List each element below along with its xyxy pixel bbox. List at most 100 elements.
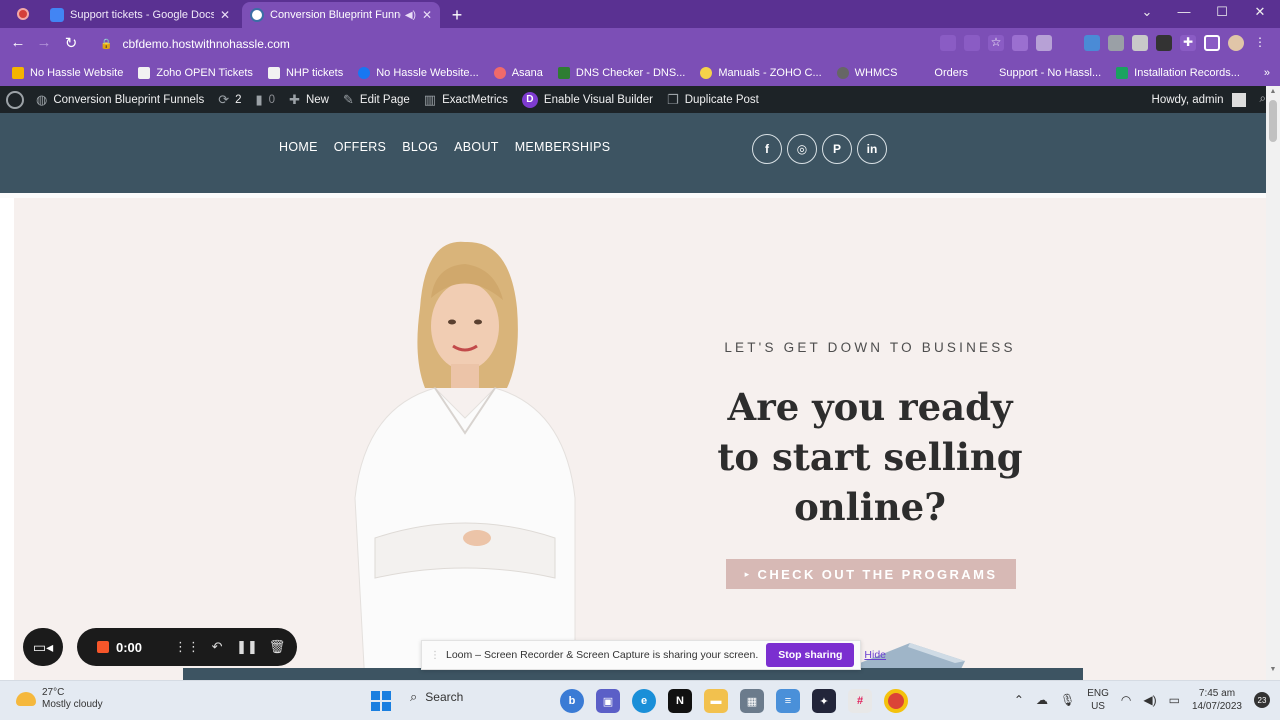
page-scrollbar[interactable]: ▲ ▼ xyxy=(1266,86,1280,680)
bookmark-item[interactable]: Support - No Hassl... xyxy=(999,67,1101,79)
windows-start-icon[interactable] xyxy=(371,691,391,711)
tab-support-tickets[interactable]: Support tickets - Google Docs ✕ xyxy=(42,2,238,28)
notepad-icon[interactable]: ≡ xyxy=(776,689,800,713)
onedrive-icon[interactable]: ☁ xyxy=(1036,693,1048,707)
admin-duplicate-post[interactable]: ❐ Duplicate Post xyxy=(667,92,759,108)
back-icon[interactable]: ← xyxy=(8,34,28,51)
extension-icon[interactable] xyxy=(1036,35,1052,51)
menu-item-offers[interactable]: OFFERS xyxy=(334,140,387,154)
bookmark-item[interactable]: Zoho OPEN Tickets xyxy=(138,67,253,79)
tab-conversion-blueprint[interactable]: Conversion Blueprint Funnels ◀) ✕ xyxy=(242,2,440,28)
admin-new[interactable]: ✚ New xyxy=(289,92,329,108)
share-icon[interactable] xyxy=(964,35,980,51)
side-panel-icon[interactable] xyxy=(1204,35,1220,51)
bookmark-star-icon[interactable]: ☆ xyxy=(988,35,1004,51)
extension-icon[interactable] xyxy=(1108,35,1124,51)
bookmark-item[interactable]: DNS Checker - DNS... xyxy=(557,67,685,79)
bookmark-item[interactable]: Asana xyxy=(493,67,543,79)
bookmark-item[interactable]: WHMCS xyxy=(836,67,897,79)
scroll-up-icon[interactable]: ▲ xyxy=(1268,88,1278,95)
loom-stop-button[interactable] xyxy=(97,641,109,653)
tab-title: Conversion Blueprint Funnels xyxy=(270,9,401,21)
chrome-icon[interactable] xyxy=(884,689,908,713)
cta-button[interactable]: ▸ CHECK OUT THE PROGRAMS xyxy=(726,559,1016,589)
undo-icon[interactable]: ↶ xyxy=(202,639,232,655)
close-tab-icon[interactable]: ✕ xyxy=(220,8,230,22)
stop-sharing-button[interactable]: Stop sharing xyxy=(766,643,855,667)
tab-search-icon[interactable]: ⌄ xyxy=(1137,4,1157,20)
trash-icon[interactable]: 🗑 xyxy=(262,639,292,655)
bookmark-item[interactable]: Installation Records... xyxy=(1116,67,1240,79)
profile-avatar[interactable] xyxy=(1228,35,1244,51)
instagram-icon[interactable]: ◎ xyxy=(787,134,817,164)
extension-icon[interactable] xyxy=(1132,35,1148,51)
menu-item-memberships[interactable]: MEMBERSHIPS xyxy=(515,140,611,154)
admin-updates[interactable]: ⟳ 2 xyxy=(218,92,241,108)
weather-widget[interactable]: 27°C Mostly cloudy xyxy=(16,687,103,711)
grid-icon[interactable]: ⋮⋮ xyxy=(172,639,202,655)
notification-badge[interactable]: 23 xyxy=(1254,692,1270,708)
extension-icon[interactable] xyxy=(1012,35,1028,51)
url-field[interactable]: 🔒 cbfdemo.hostwithnohassle.com xyxy=(92,31,992,57)
extension-icon[interactable] xyxy=(1084,35,1100,51)
file-explorer-icon[interactable]: ▬ xyxy=(704,689,728,713)
updates-count: 2 xyxy=(235,93,242,106)
linkedin-icon[interactable]: in xyxy=(857,134,887,164)
drag-handle-icon[interactable]: ⋮ xyxy=(430,650,440,661)
chevron-up-icon[interactable]: ⌃ xyxy=(1014,693,1024,707)
menu-item-home[interactable]: HOME xyxy=(279,140,318,154)
language-indicator[interactable]: ENG US xyxy=(1087,687,1109,713)
pause-icon[interactable]: ❚❚ xyxy=(232,639,262,655)
bookmark-item[interactable]: No Hassle Website xyxy=(12,67,123,79)
admin-site-name[interactable]: ◍ Conversion Blueprint Funnels xyxy=(36,92,204,108)
wordpress-logo-icon[interactable] xyxy=(6,90,24,109)
puzzle-icon[interactable]: ✚ xyxy=(1180,35,1196,51)
clock[interactable]: 7:45 am 14/07/2023 xyxy=(1192,687,1242,713)
more-bookmarks-icon[interactable]: » xyxy=(1264,67,1270,79)
scroll-down-icon[interactable]: ▼ xyxy=(1268,666,1278,673)
bookmark-item[interactable]: No Hassle Website... xyxy=(358,67,479,79)
slack-icon[interactable]: # xyxy=(848,689,872,713)
maximize-button[interactable]: ☐ xyxy=(1212,4,1232,20)
battery-icon[interactable]: ▭ xyxy=(1169,693,1180,707)
menu-item-blog[interactable]: BLOG xyxy=(402,140,438,154)
netflix-icon[interactable]: N xyxy=(668,689,692,713)
admin-edit-page[interactable]: ✎ Edit Page xyxy=(343,92,410,108)
menu-dots-icon[interactable]: ⋮ xyxy=(1252,35,1268,51)
minimize-button[interactable]: — xyxy=(1174,4,1194,19)
close-tab-icon[interactable]: ✕ xyxy=(422,8,432,22)
admin-exactmetrics[interactable]: ▥ ExactMetrics xyxy=(424,92,508,108)
arrow-right-icon: ▸ xyxy=(744,568,752,579)
facebook-icon[interactable]: f xyxy=(752,134,782,164)
loom-camera-button[interactable]: ▭◂ xyxy=(23,628,63,666)
bookmark-label: Zoho OPEN Tickets xyxy=(156,67,253,79)
forward-icon[interactable]: → xyxy=(34,34,54,51)
bookmark-item[interactable]: NHP tickets xyxy=(267,67,343,79)
speaker-icon[interactable]: ◀) xyxy=(405,10,416,21)
wifi-icon[interactable]: ◠ xyxy=(1121,693,1131,707)
close-window-button[interactable]: ✕ xyxy=(1250,4,1270,20)
bookmark-item[interactable]: Manuals - ZOHO C... xyxy=(700,67,822,79)
edge-icon[interactable]: e xyxy=(632,689,656,713)
menu-item-about[interactable]: ABOUT xyxy=(454,140,499,154)
calculator-icon[interactable]: ▦ xyxy=(740,689,764,713)
comments-count: 0 xyxy=(268,93,276,106)
microphone-icon[interactable]: 🎙 xyxy=(1060,693,1075,707)
admin-account[interactable]: Howdy, admin ⌕ xyxy=(1152,86,1266,113)
scrollbar-thumb[interactable] xyxy=(1269,100,1277,142)
davinci-icon[interactable]: ✦ xyxy=(812,689,836,713)
bing-icon[interactable]: b xyxy=(560,689,584,713)
hide-link[interactable]: Hide xyxy=(864,649,886,661)
teams-chat-icon[interactable]: ▣ xyxy=(596,689,620,713)
mic-icon[interactable] xyxy=(940,35,956,51)
volume-icon[interactable]: ◀) xyxy=(1143,693,1156,707)
new-tab-button[interactable]: + xyxy=(448,5,466,26)
bookmark-item[interactable]: Orders xyxy=(934,67,968,79)
admin-visual-builder[interactable]: D Enable Visual Builder xyxy=(521,91,653,108)
reload-icon[interactable]: ↻ xyxy=(61,34,81,52)
pinterest-icon[interactable]: P xyxy=(822,134,852,164)
extension-icon[interactable] xyxy=(1060,35,1076,51)
taskbar-search[interactable]: ⌕ Search xyxy=(410,689,463,705)
admin-comments[interactable]: ▮ 0 xyxy=(256,92,276,108)
extension-icon[interactable] xyxy=(1156,35,1172,51)
